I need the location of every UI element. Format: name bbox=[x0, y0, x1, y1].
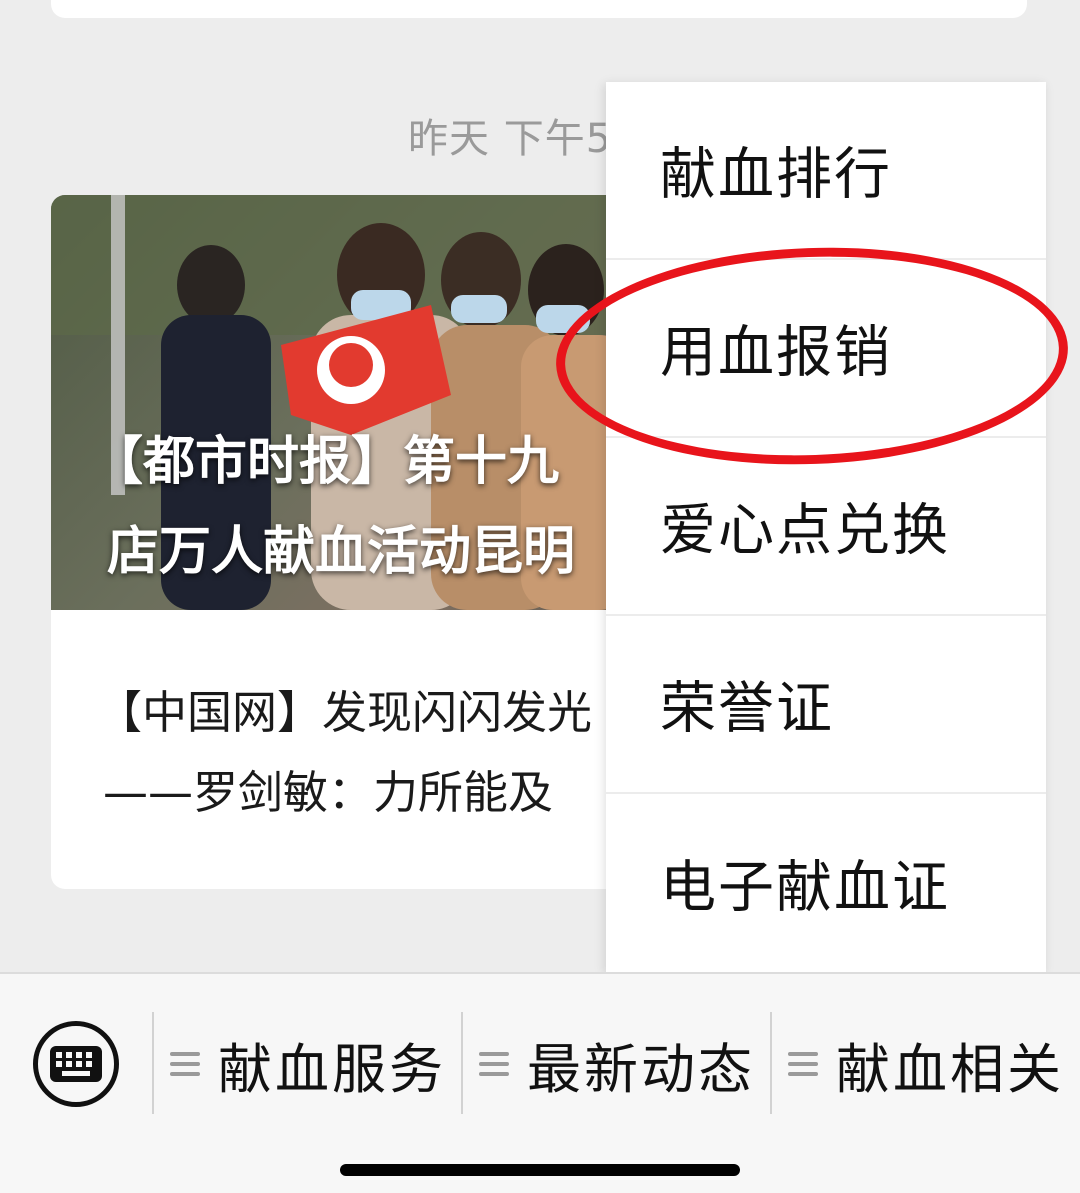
tab-label: 最新动态 bbox=[527, 1037, 755, 1101]
menu-item-love-points-exchange[interactable]: 爱心点兑换 bbox=[606, 438, 1046, 616]
menu-lines-icon bbox=[479, 1046, 509, 1082]
menu-divider bbox=[152, 1012, 154, 1114]
previous-message-card[interactable] bbox=[51, 0, 1027, 18]
menu-item-label: 献血排行 bbox=[660, 142, 892, 208]
cover-title-line-1: 【都市时报】第十九 bbox=[91, 432, 560, 492]
menu-item-e-donation-certificate[interactable]: 电子献血证 bbox=[606, 794, 1046, 972]
menu-item-label: 爱心点兑换 bbox=[660, 498, 950, 564]
keyboard-icon[interactable] bbox=[33, 1021, 119, 1107]
keyboard-icon-glyph bbox=[50, 1046, 102, 1082]
home-indicator[interactable] bbox=[340, 1164, 740, 1176]
popup-menu: 献血排行 用血报销 爱心点兑换 荣誉证 电子献血证 bbox=[606, 82, 1046, 972]
menu-lines-icon bbox=[170, 1046, 200, 1082]
sub-title-line-1: 【中国网】发现闪闪发光 bbox=[97, 686, 593, 739]
tab-donation-related[interactable]: 献血相关 bbox=[788, 1014, 1064, 1114]
menu-item-label: 荣誉证 bbox=[660, 676, 834, 742]
menu-lines-icon bbox=[788, 1046, 818, 1082]
tab-label: 献血服务 bbox=[218, 1037, 446, 1101]
menu-item-honor-certificate[interactable]: 荣誉证 bbox=[606, 616, 1046, 794]
menu-item-label: 电子献血证 bbox=[660, 855, 950, 921]
menu-item-donation-ranking[interactable]: 献血排行 bbox=[606, 82, 1046, 260]
official-account-menu-bar: 献血服务 最新动态 献血相关 bbox=[0, 972, 1080, 1193]
menu-divider bbox=[770, 1012, 772, 1114]
tab-donation-service[interactable]: 献血服务 bbox=[170, 1014, 446, 1114]
tab-latest-news[interactable]: 最新动态 bbox=[479, 1014, 755, 1114]
tab-label: 献血相关 bbox=[836, 1037, 1064, 1101]
menu-divider bbox=[461, 1012, 463, 1114]
message-timestamp: 昨天 下午5 bbox=[408, 116, 613, 162]
